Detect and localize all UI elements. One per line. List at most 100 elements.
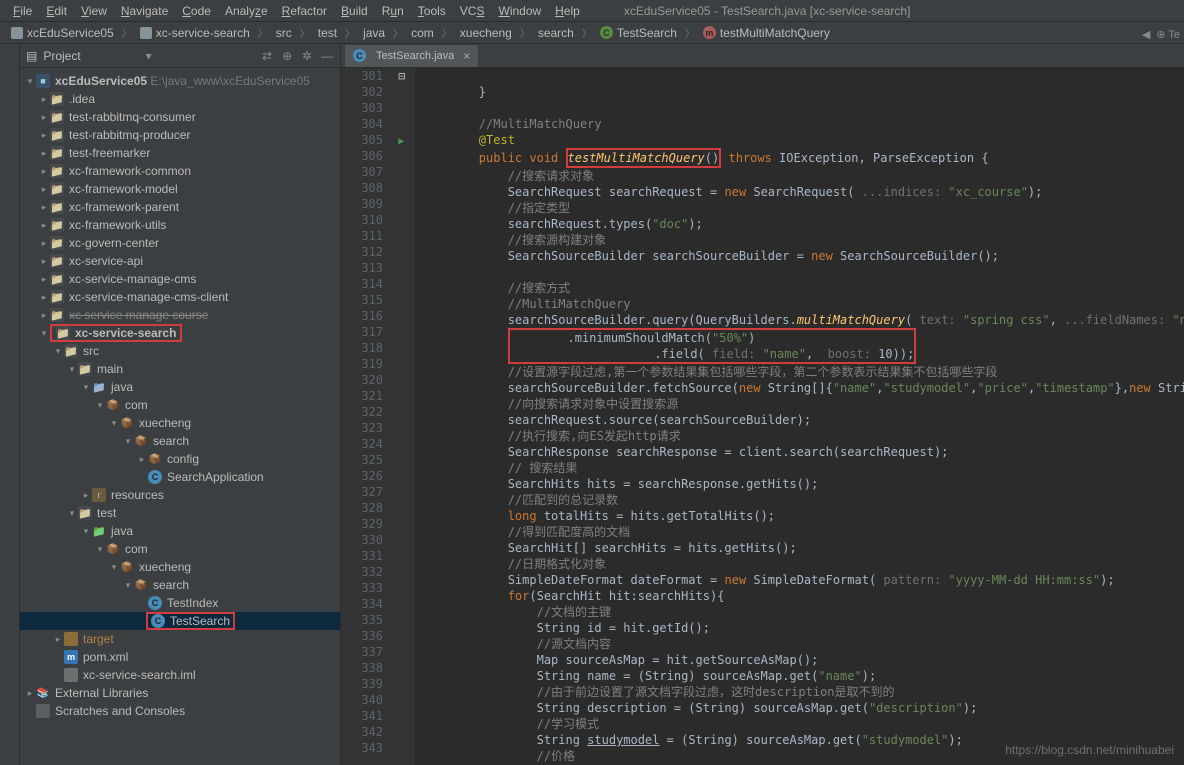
menu-navigate[interactable]: Navigate	[114, 2, 175, 20]
tree-node[interactable]: test-rabbitmq-consumer	[69, 110, 196, 124]
tree-node[interactable]: xc-framework-utils	[69, 218, 166, 232]
tree-node[interactable]: target	[83, 632, 114, 646]
crumb[interactable]: xuecheng	[455, 24, 517, 42]
tree-node[interactable]: xc-framework-model	[69, 182, 178, 196]
menu-vcs[interactable]: VCS	[453, 2, 492, 20]
module-icon	[50, 308, 64, 322]
tree-node[interactable]: xc service manage course	[69, 308, 208, 322]
tree-node[interactable]: main	[97, 362, 123, 376]
line-gutter[interactable]: 301 302 303 304 305 306 307 308 309 310 …	[341, 68, 391, 765]
crumb[interactable]: test	[313, 24, 342, 42]
tree-node[interactable]: java	[111, 380, 133, 394]
tree-node[interactable]: java	[111, 524, 133, 538]
crumb[interactable]: com	[406, 24, 439, 42]
crumb-class[interactable]: CTestSearch	[595, 24, 682, 42]
source-folder-icon	[92, 380, 106, 394]
package-icon	[134, 578, 148, 592]
project-tree[interactable]: ▾■xcEduService05 E:\java_www\xcEduServic…	[20, 68, 340, 765]
package-icon	[106, 542, 120, 556]
code-editor[interactable]: 301 302 303 304 305 306 307 308 309 310 …	[341, 68, 1184, 765]
tree-node[interactable]: xc-service-manage-cms	[69, 272, 196, 286]
tree-node[interactable]: com	[125, 398, 148, 412]
tree-node[interactable]: xc-framework-common	[69, 164, 191, 178]
tree-node[interactable]: resources	[111, 488, 164, 502]
gutter-icons[interactable]: ⊟ ▶	[391, 68, 415, 765]
crumb-module[interactable]: xc-service-search	[135, 24, 255, 42]
tree-node[interactable]: xuecheng	[139, 560, 191, 574]
target-icon[interactable]: ⊕	[280, 49, 294, 63]
tree-node[interactable]: src	[83, 344, 99, 358]
tree-node[interactable]: Scratches and Consoles	[55, 704, 185, 718]
class-icon: C	[600, 26, 613, 39]
tree-node[interactable]: search	[153, 578, 189, 592]
menu-analyze[interactable]: Analyze	[218, 2, 275, 20]
tree-node[interactable]: xc-govern-center	[69, 236, 159, 250]
class-icon: C	[151, 614, 165, 628]
menu-help[interactable]: Help	[548, 2, 587, 20]
panel-title: Project	[43, 49, 139, 63]
tab-label: TestSearch.java	[376, 50, 454, 62]
nav-target-icon[interactable]: ⊕ Te	[1156, 28, 1180, 41]
tree-node[interactable]: xc-service-manage-cms-client	[69, 290, 228, 304]
module-icon	[50, 146, 64, 160]
menu-code[interactable]: Code	[175, 2, 218, 20]
menu-view[interactable]: View	[74, 2, 114, 20]
module-icon	[50, 290, 64, 304]
project-tool-window: ▤ Project ▾ ⇄ ⊕ ✲ — ▾■xcEduService05 E:\…	[20, 44, 341, 765]
class-icon: C	[148, 596, 162, 610]
tool-strip-left[interactable]	[0, 44, 20, 765]
tree-project[interactable]: xcEduService05	[55, 74, 147, 88]
menu-window[interactable]: Window	[491, 2, 548, 20]
hide-icon[interactable]: —	[320, 49, 334, 63]
tab-testsearch[interactable]: C TestSearch.java ×	[345, 45, 478, 67]
tree-node[interactable]: xuecheng	[139, 416, 191, 430]
tree-node[interactable]: test-rabbitmq-producer	[69, 128, 190, 142]
code-area[interactable]: } //MultiMatchQuery @Test public void te…	[415, 68, 1184, 765]
crumb[interactable]: src	[271, 24, 297, 42]
close-icon[interactable]: ×	[463, 49, 470, 63]
crumb[interactable]: search	[533, 24, 579, 42]
menu-bar: File Edit View Navigate Code Analyze Ref…	[0, 0, 1184, 22]
folder-icon	[64, 344, 78, 358]
nav-back-icon[interactable]: ◀	[1142, 28, 1150, 41]
target-folder-icon	[64, 632, 78, 646]
menu-file[interactable]: File	[6, 2, 39, 20]
tree-node[interactable]: xc-service-search.iml	[83, 668, 196, 682]
crumb-project[interactable]: xcEduService05	[6, 24, 119, 42]
panel-type-icon[interactable]: ▤	[26, 49, 37, 63]
tree-node[interactable]: TestIndex	[167, 596, 218, 610]
tree-node[interactable]: test-freemarker	[69, 146, 150, 160]
menu-build[interactable]: Build	[334, 2, 375, 20]
dropdown-icon[interactable]: ▾	[146, 49, 152, 63]
menu-tools[interactable]: Tools	[411, 2, 453, 20]
tree-node[interactable]: config	[167, 452, 199, 466]
tree-node[interactable]: xc-framework-parent	[69, 200, 179, 214]
class-icon: C	[148, 470, 162, 484]
package-icon	[148, 452, 162, 466]
tree-node[interactable]: xc-service-search	[75, 326, 176, 340]
class-icon: C	[353, 49, 366, 62]
tree-node-selected[interactable]: TestSearch	[170, 614, 230, 628]
menu-refactor[interactable]: Refactor	[275, 2, 334, 20]
menu-run[interactable]: Run	[375, 2, 411, 20]
collapse-icon[interactable]: ⇄	[260, 49, 274, 63]
tree-node[interactable]: .idea	[69, 92, 95, 106]
tree-node[interactable]: search	[153, 434, 189, 448]
crumb[interactable]: java	[358, 24, 390, 42]
library-icon	[36, 686, 50, 700]
tree-node[interactable]: test	[97, 506, 116, 520]
tree-node[interactable]: SearchApplication	[167, 470, 264, 484]
tree-node[interactable]: pom.xml	[83, 650, 128, 664]
module-icon	[56, 326, 70, 340]
tree-node[interactable]: com	[125, 542, 148, 556]
package-icon	[120, 416, 134, 430]
crumb-method[interactable]: mtestMultiMatchQuery	[698, 24, 835, 42]
module-icon	[50, 254, 64, 268]
menu-edit[interactable]: Edit	[39, 2, 74, 20]
tree-node[interactable]: External Libraries	[55, 686, 148, 700]
watermark: https://blog.csdn.net/minihuabei	[1005, 743, 1174, 757]
tree-node[interactable]: xc-service-api	[69, 254, 143, 268]
scratch-icon	[36, 704, 50, 718]
window-title: xcEduService05 - TestSearch.java [xc-ser…	[617, 2, 918, 20]
gear-icon[interactable]: ✲	[300, 49, 314, 63]
